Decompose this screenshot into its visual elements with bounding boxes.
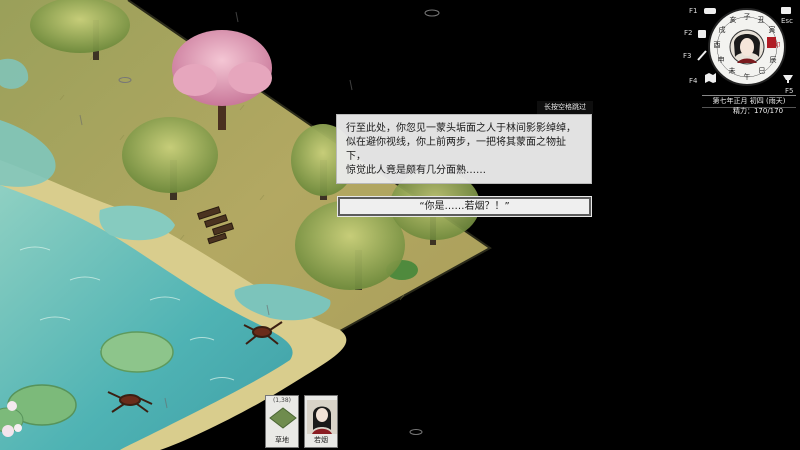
game-viewport[interactable]: 长按空格跳过 行至此处，你忽见一蒙头垢面之人于林间影影绰绰， 似在避你视线，你上… bbox=[0, 0, 800, 450]
tile-name: 草地 bbox=[275, 436, 289, 444]
dial-char: 未 bbox=[729, 66, 736, 75]
hotkey-f3-label: F3 bbox=[683, 52, 692, 60]
dial-char: 戌 bbox=[719, 25, 726, 34]
character-name: 若烟 bbox=[314, 436, 328, 444]
dial-char: 辰 bbox=[770, 56, 777, 64]
seal-stamp-icon bbox=[767, 37, 776, 48]
skip-hint: 长按空格跳过 bbox=[537, 101, 593, 114]
grass-tile-icon bbox=[269, 407, 297, 429]
narration-line: 行至此处，你忽见一蒙头垢面之人于林间影影绰绰， bbox=[346, 123, 576, 134]
hotkey-f1-label: F1 bbox=[689, 7, 698, 15]
dial-char: 酉 bbox=[714, 41, 721, 49]
hotkey-f4-label: F4 bbox=[689, 77, 698, 85]
time-dial[interactable]: 子 丑 寅 卯 辰 巳 午 未 申 酉 戌 亥 bbox=[707, 7, 787, 87]
tile-info-card[interactable]: (1,38) 草地 bbox=[265, 395, 299, 448]
dial-char: 丑 bbox=[758, 16, 765, 24]
isometric-map[interactable] bbox=[0, 0, 800, 450]
narration-line: 似在避你视线，你上前两步，一把将其蒙面之物扯下， bbox=[346, 137, 566, 162]
tile-coord: (1,38) bbox=[272, 397, 292, 404]
dial-char: 午 bbox=[744, 72, 751, 81]
dial-char: 巳 bbox=[759, 67, 766, 75]
dial-char: 亥 bbox=[730, 15, 737, 24]
lily-pad bbox=[100, 331, 174, 373]
hotkey-f2-label: F2 bbox=[684, 29, 693, 37]
dial-char: 申 bbox=[718, 55, 725, 64]
character-card[interactable]: 若烟 bbox=[304, 395, 338, 448]
hotkey-f5-label: F5 bbox=[785, 87, 794, 95]
narration-box: 行至此处，你忽见一蒙头垢面之人于林间影影绰绰， 似在避你视线，你上前两步，一把将… bbox=[336, 114, 592, 184]
player-portrait-icon bbox=[729, 29, 765, 65]
energy-label: 精力：170/170 bbox=[732, 107, 784, 115]
dial-char: 子 bbox=[744, 13, 751, 21]
dial-char: 寅 bbox=[769, 25, 776, 34]
narration-line: 惊觉此人竟是颇有几分面熟…… bbox=[346, 165, 486, 176]
dialog-choice-button[interactable]: “你是……若烟？！” bbox=[337, 196, 592, 217]
character-portrait-icon bbox=[307, 400, 337, 434]
